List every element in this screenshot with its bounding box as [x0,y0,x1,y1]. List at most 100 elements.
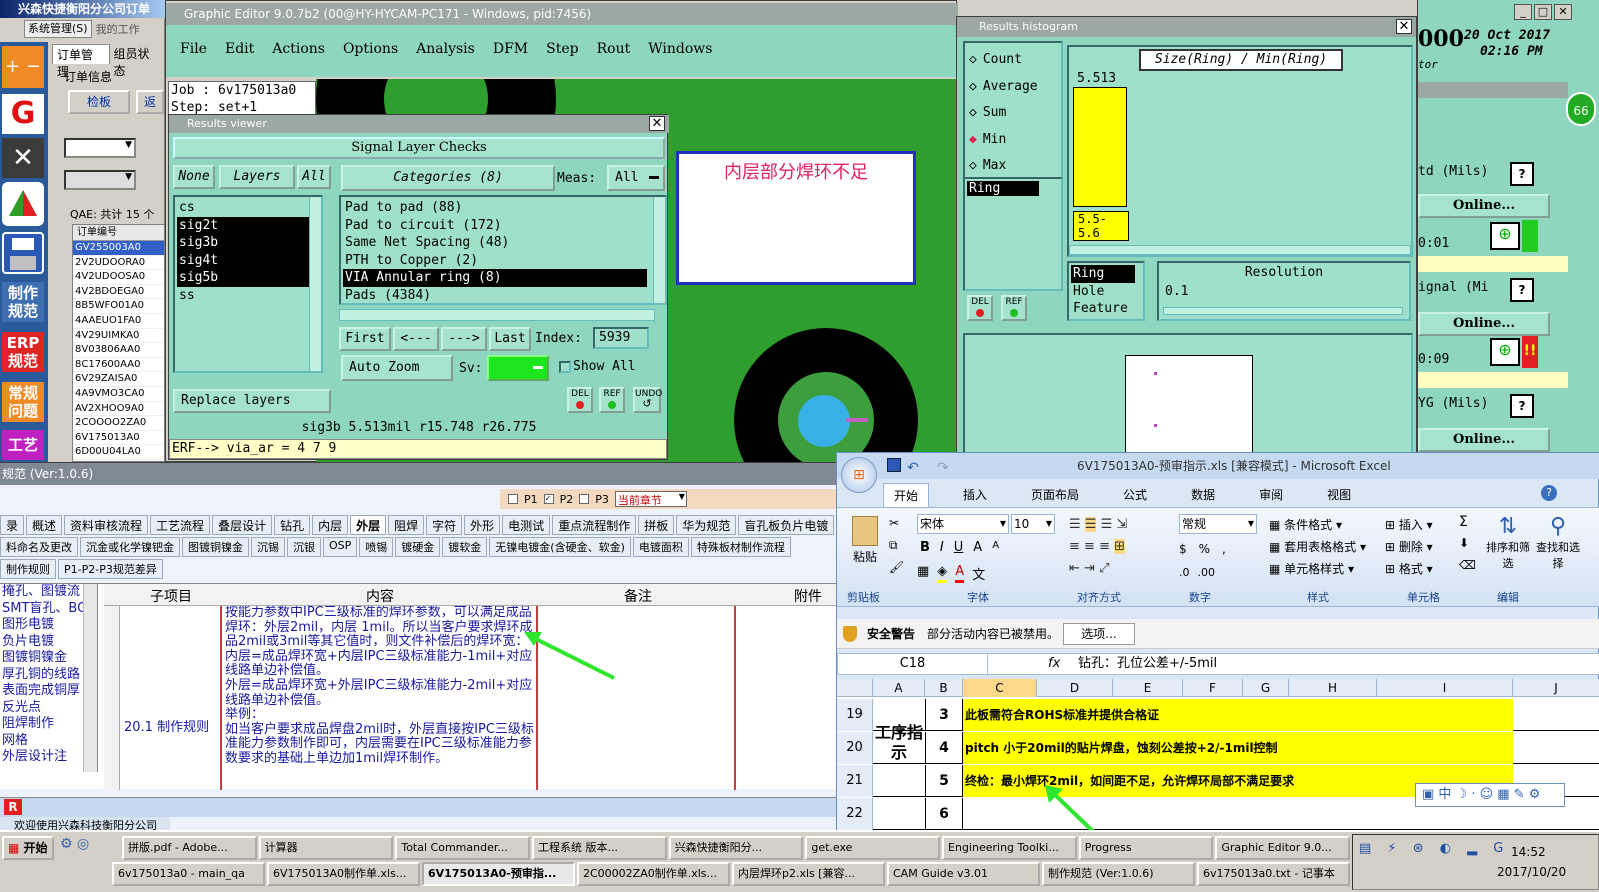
categories-button[interactable]: Categories (8) [341,165,555,191]
spec-tab[interactable]: 资料审核流程 [64,515,149,535]
row3-online-button[interactable]: Online... [1418,428,1550,452]
table-row[interactable]: 8V03806AA0 [73,343,164,358]
qat-redo-icon[interactable]: ↷ [937,455,949,481]
shrink-font-button[interactable]: A [989,540,1002,555]
indent-dec-icon[interactable]: ⇤ [1069,561,1080,576]
layers-list[interactable]: cs sig2t sig3b sig4t sig5b ss [173,195,323,373]
spec-tab[interactable]: 特殊板材制作流程 [690,537,791,557]
row3-help-icon[interactable]: ? [1510,394,1534,418]
column-header[interactable]: C [963,679,1037,697]
menu-system[interactable]: 系统管理(S) [24,20,92,38]
qat-undo-icon[interactable]: ↶ [907,455,919,481]
undo-button[interactable]: UNDO ↺ [633,387,662,413]
table-row[interactable]: 6V29ZAISA0 [73,372,164,387]
spec-tab[interactable]: 盲孔板负片电镀 [738,515,835,535]
spec-tab[interactable]: 内层 [312,515,349,535]
dec-decimal-icon[interactable]: .00 [1198,566,1216,579]
taskbar-button[interactable]: CAM Guide v3.01 [887,862,1040,886]
attribute-item[interactable]: Hole [1071,283,1141,301]
cell-b[interactable]: 4 [925,732,963,764]
taskbar-button[interactable]: get.exe [805,836,941,860]
inc-decimal-icon[interactable]: .0 [1179,566,1190,579]
menu-step[interactable]: Step [546,41,578,77]
border-button[interactable]: ▦ [917,564,929,583]
all-button[interactable]: All [297,165,331,189]
fx-icon[interactable]: fx [1048,654,1060,674]
phonetic-button[interactable]: 文 [972,564,985,583]
prev-button[interactable]: <--- [393,327,439,351]
cell-item[interactable]: ⊞ 删除 ▾ [1385,536,1455,558]
stat-option[interactable]: ◆ Min [969,127,1061,154]
resolution-slider[interactable] [1163,307,1403,315]
none-button[interactable]: None [173,165,215,189]
g-logo-icon[interactable]: G [2,94,44,134]
side-label-faq[interactable]: 常规问题 [2,382,44,422]
qat-save-icon[interactable] [887,458,901,472]
ring-list-item[interactable]: Ring [967,181,1039,196]
categories-list[interactable]: Pad to pad (88) Pad to circuit (172) Same … [339,195,667,305]
spec-tab[interactable]: 制作规则 [0,559,56,579]
align-middle-icon[interactable]: ☰ [1084,517,1097,532]
fill-icon[interactable]: ⬇ [1459,536,1469,550]
spec-tab[interactable]: 工艺流程 [150,515,211,535]
menu-actions[interactable]: Actions [272,41,325,77]
excel-tab[interactable]: 数据 [1181,483,1225,507]
excel-tab[interactable]: 公式 [1113,483,1157,507]
stat-option[interactable]: ◇ Average [969,74,1061,101]
p1-checkbox[interactable] [508,494,518,504]
spec-tab[interactable]: 录 [0,515,25,535]
taskbar-button[interactable]: 兴森快捷衡阳分... [668,836,804,860]
chapter-select[interactable]: 当前章节 ▼ [614,491,687,507]
layer-item[interactable]: sig2t [177,216,313,235]
size-select[interactable]: 10 ▼ [1011,514,1055,534]
spec-tab[interactable]: 无镍电镀金(含硬金、软金) [489,537,631,557]
column-header[interactable]: E [1113,679,1183,697]
spec-tab[interactable]: 电测试 [502,515,551,535]
maximize-icon[interactable]: □ [1534,4,1552,20]
row-header[interactable]: 19 [837,699,873,731]
taskbar-button[interactable]: 6v175013a0 - main_qa [112,862,265,886]
menu-edit[interactable]: Edit [225,41,254,77]
ref-button[interactable]: REF [599,387,625,413]
start-button[interactable]: ▦ 开始 [2,836,54,860]
table-row[interactable]: AV2XHOO9A0 [73,402,164,417]
last-button[interactable]: Last [489,327,531,351]
ime-bar[interactable]: ▣ 中 ☽ · ☺ ▦ ✎ ⚙ [1415,783,1565,807]
indent-inc-icon[interactable]: ⇥ [1084,561,1095,576]
menu-windows[interactable]: Windows [648,41,712,77]
taskbar-button[interactable]: 内层焊环p2.xls [兼容... [732,862,885,886]
hist-del-button[interactable]: DEL [967,295,993,321]
taskbar-button[interactable]: Progress [1078,836,1214,860]
hist-ref-button[interactable]: REF [1001,295,1027,321]
office-button-icon[interactable]: ⊞ [841,457,877,493]
save-disk-icon[interactable] [2,232,44,274]
meas-select[interactable]: All [607,165,665,191]
menu-dfm[interactable]: DFM [493,41,528,77]
find-select-button[interactable]: ⚲ 查找和选择 [1535,514,1581,571]
row-header[interactable]: 20 [837,732,873,764]
table-row[interactable]: 4A9VMO3CA0 [73,387,164,402]
layers-button[interactable]: Layers [219,165,295,189]
table-row[interactable]: 6V175013A0 [73,431,164,446]
layer-item[interactable]: sig3b [177,234,313,252]
font-color-button[interactable]: A [955,564,965,583]
table-row[interactable]: 2V2UDOORA0 [73,256,164,271]
layer-item[interactable]: cs [177,199,313,217]
combo-1[interactable]: ▼ [64,138,136,158]
spec-left-scrollbar[interactable] [83,584,97,772]
italic-button[interactable]: I [937,540,947,555]
layers-scrollbar[interactable] [309,197,321,371]
layer-item[interactable]: sig4t [177,251,313,270]
table-row[interactable]: 4V2UDOOSA0 [73,270,164,285]
taskbar-button[interactable]: 制作规范 (Ver:1.0.6) [1042,862,1195,886]
spec-tab[interactable]: 钻孔 [274,515,311,535]
row-header[interactable]: 22 [837,798,873,830]
formula-input[interactable]: 钻孔：孔位公差+/-5mil [1078,654,1217,674]
category-item[interactable]: Pad to circuit (172) [343,217,647,235]
column-header[interactable]: A [873,679,925,697]
category-item[interactable]: Pads (4384) [343,287,647,305]
spec-tab[interactable]: 华为规范 [676,515,737,535]
table-row[interactable]: 8C17600AA0 [73,358,164,373]
spec-tab[interactable]: 沉锡 [251,537,285,557]
category-item[interactable]: PTH to Copper (2) [343,252,647,270]
